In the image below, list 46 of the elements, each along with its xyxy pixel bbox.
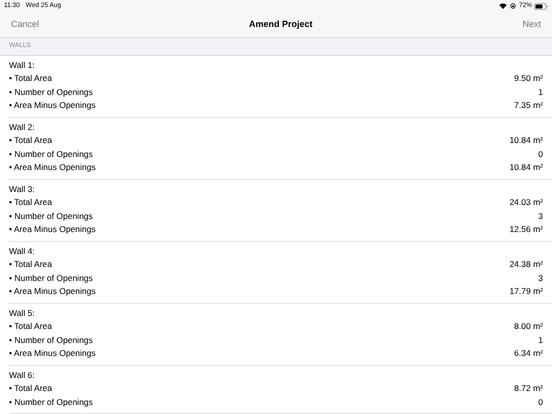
wall-title: Wall 2:: [9, 120, 35, 134]
row-value: 17.79 m²: [509, 285, 543, 298]
orientation-lock-icon: [510, 3, 516, 9]
row-value: 9.50 m²: [514, 72, 543, 86]
row-label: • Total Area: [9, 258, 52, 272]
row-label: • Area Minus Openings: [9, 223, 96, 236]
row-value: 6.34 m²: [514, 347, 543, 360]
row-label: • Total Area: [9, 382, 52, 396]
row-label: • Area Minus Openings: [9, 161, 96, 174]
row-label: • Number of Openings: [9, 86, 93, 99]
wifi-icon: [498, 3, 507, 9]
wall-title: Wall 4:: [9, 244, 35, 258]
wall-title: Wall 5:: [9, 306, 35, 320]
row-value: 8.00 m²: [514, 320, 543, 334]
row-value: 3: [538, 272, 543, 285]
row-label: • Number of Openings: [9, 396, 93, 409]
nav-title: Amend Project: [248, 18, 312, 31]
row-value: 3: [538, 210, 543, 223]
row-label: • Total Area: [9, 196, 52, 210]
row-label: • Area Minus Openings: [9, 285, 96, 298]
row-value: 24.38 m²: [509, 258, 543, 272]
wall-title: Wall 6:: [9, 368, 35, 382]
row-label: • Total Area: [9, 320, 52, 334]
row-label: • Number of Openings: [9, 148, 93, 161]
row-value: 10.84 m²: [509, 134, 543, 148]
row-value: 1: [538, 334, 543, 347]
row-label: • Area Minus Openings: [9, 99, 96, 112]
row-value: 0: [538, 148, 543, 161]
cancel-button[interactable]: Cancel: [11, 18, 40, 32]
row-value: 12.56 m²: [509, 223, 543, 236]
wall-title: Wall 1:: [9, 58, 35, 72]
row-label: • Area Minus Openings: [9, 347, 96, 360]
row-value: 1: [538, 86, 543, 99]
row-value: 10.84 m²: [509, 161, 543, 174]
row-label: • Total Area: [9, 72, 52, 86]
row-value: 24.03 m²: [509, 196, 543, 210]
row-label: • Total Area: [9, 134, 52, 148]
row-label: • Number of Openings: [9, 210, 93, 223]
row-value: 0: [538, 396, 543, 409]
row-value: 8.72 m²: [514, 382, 543, 396]
row-label: • Number of Openings: [9, 272, 93, 285]
row-value: 7.35 m²: [514, 99, 543, 112]
battery-icon: [534, 2, 548, 10]
wall-title: Wall 3:: [9, 182, 35, 196]
next-button[interactable]: Next: [522, 18, 541, 32]
row-label: • Number of Openings: [9, 334, 93, 347]
